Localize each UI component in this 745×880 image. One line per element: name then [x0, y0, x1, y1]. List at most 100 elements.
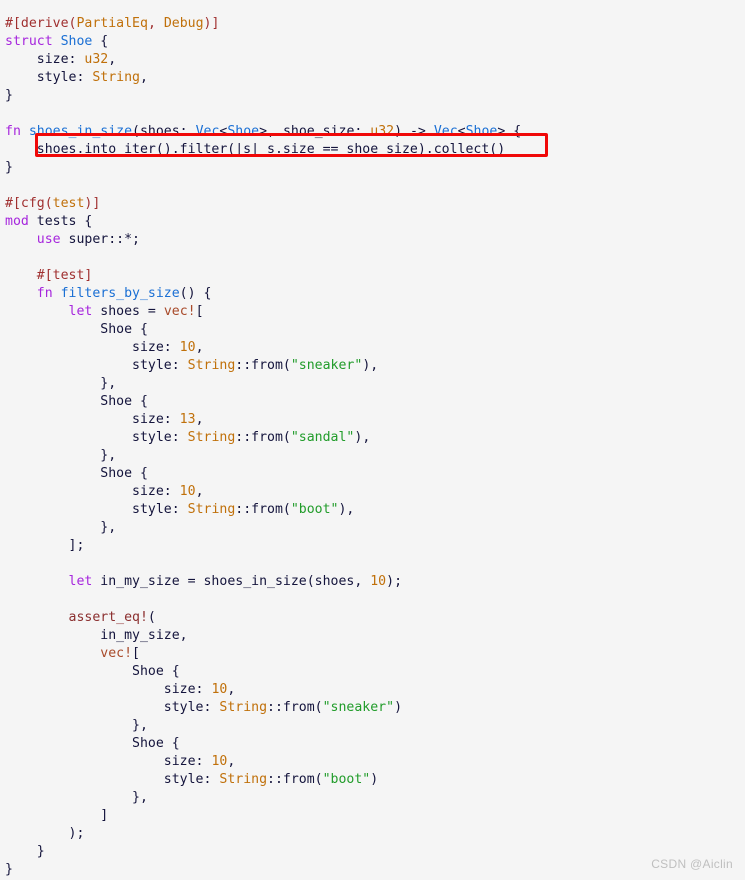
code-token-plain: },: [5, 376, 117, 392]
code-token-plain: <: [457, 124, 466, 140]
code-line: }: [5, 87, 521, 105]
code-token-num: 10: [179, 340, 196, 356]
code-token-prim: u32: [84, 52, 109, 68]
code-token-prim: String: [187, 358, 236, 374]
code-token-type: Vec: [195, 124, 220, 140]
code-token-plain: ) ->: [394, 124, 434, 140]
source-code-listing[interactable]: #[derive(PartialEq, Debug)] struct Shoe {…: [5, 15, 521, 879]
code-line: size: 10,: [5, 681, 521, 699]
code-token-plain: Shoe {: [5, 394, 148, 410]
code-line: },: [5, 375, 521, 393]
code-token-plain: :: [68, 52, 85, 68]
code-token-plain: ::from(: [235, 358, 291, 374]
code-token-type: Shoe: [465, 124, 498, 140]
code-token-plain: style:: [5, 358, 188, 374]
code-token-field: style: [5, 70, 77, 86]
code-line: style: String::from("sneaker"): [5, 699, 521, 717]
code-token-type: Vec: [433, 124, 458, 140]
code-line: fn filters_by_size() {: [5, 285, 521, 303]
code-token-plain: size:: [5, 754, 212, 770]
code-token-str: "sandal": [290, 430, 355, 446]
code-token-str: "boot": [290, 502, 339, 518]
code-token-attr: ,: [147, 16, 164, 32]
code-token-fnname: filters_by_size: [60, 286, 180, 302]
code-token-plain: },: [5, 448, 117, 464]
code-line: vec![: [5, 645, 521, 663]
code-token-macro: vec!: [163, 304, 196, 320]
code-line: #[derive(PartialEq, Debug)]: [5, 15, 521, 33]
code-token-num: 10: [179, 484, 196, 500]
code-token-plain: ];: [5, 538, 85, 554]
code-line: style: String::from("boot"): [5, 771, 521, 789]
code-token-plain: shoes =: [100, 304, 164, 320]
code-token-plain: size:: [5, 412, 180, 428]
code-line: },: [5, 717, 521, 735]
code-token-num: 10: [211, 682, 228, 698]
code-token-plain: ): [394, 700, 403, 716]
code-token-plain: ,: [195, 340, 204, 356]
code-token-attr: #[cfg(: [5, 196, 53, 212]
code-line: let shoes = vec![: [5, 303, 521, 321]
code-line: );: [5, 825, 521, 843]
code-token-plain: Shoe {: [5, 466, 148, 482]
code-token-plain: style:: [5, 502, 188, 518]
code-line: },: [5, 789, 521, 807]
code-token-plain: Shoe {: [5, 322, 148, 338]
code-token-str: "sneaker": [322, 700, 395, 716]
code-token-plain: ): [370, 772, 379, 788]
code-token-plain: ),: [354, 430, 371, 446]
code-line: }: [5, 159, 521, 177]
code-token-kw: let: [5, 304, 101, 320]
code-token-kw: fn: [5, 286, 61, 302]
code-token-plain: :: [76, 70, 93, 86]
code-token-plain: in_my_size = shoes_in_size(shoes,: [100, 574, 371, 590]
code-token-num: 10: [211, 754, 228, 770]
code-line: struct Shoe {: [5, 33, 521, 51]
code-line: #[test]: [5, 267, 521, 285]
code-token-plain: Shoe {: [5, 664, 180, 680]
code-token-plain: in_my_size,: [5, 628, 188, 644]
code-token-plain: style:: [5, 772, 220, 788]
code-token-prim: String: [187, 502, 236, 518]
code-token-assert: assert_eq!: [5, 610, 148, 626]
code-token-plain: ::from(: [267, 772, 323, 788]
code-token-attr: )]: [84, 196, 101, 212]
code-token-fnname: shoes_in_size: [28, 124, 133, 140]
code-token-plain: }: [5, 844, 45, 860]
code-token-prim: String: [187, 430, 236, 446]
code-token-prim: u32: [370, 124, 395, 140]
code-token-kw: let: [5, 574, 101, 590]
code-line: Shoe {: [5, 393, 521, 411]
code-token-plain: [: [132, 646, 140, 662]
code-line: size: 13,: [5, 411, 521, 429]
code-token-num: 10: [370, 574, 387, 590]
code-line: mod tests {: [5, 213, 521, 231]
code-token-plain: size:: [5, 340, 180, 356]
code-token-plain: >, shoe_size:: [259, 124, 371, 140]
code-token-plain: }: [5, 160, 13, 176]
code-token-plain: ::from(: [267, 700, 323, 716]
code-line: },: [5, 447, 521, 465]
code-token-plain: ),: [338, 502, 355, 518]
code-token-plain: ,: [140, 70, 148, 86]
code-token-plain: style:: [5, 700, 220, 716]
code-line: Shoe {: [5, 465, 521, 483]
code-token-plain: {: [92, 34, 109, 50]
code-token-str: "boot": [322, 772, 371, 788]
code-token-str: "sneaker": [290, 358, 363, 374]
code-token-attrword: test: [52, 196, 85, 212]
code-line: style: String,: [5, 69, 521, 87]
code-token-plain: ,: [227, 754, 236, 770]
code-token-plain: (shoes:: [132, 124, 196, 140]
code-token-plain: ),: [362, 358, 379, 374]
code-line: }: [5, 861, 521, 879]
code-token-plain: () {: [179, 286, 212, 302]
code-token-plain: },: [5, 520, 117, 536]
code-line: in_my_size,: [5, 627, 521, 645]
code-token-attr: )]: [203, 16, 220, 32]
code-editor-surface: #[derive(PartialEq, Debug)] struct Shoe {…: [0, 0, 745, 880]
code-token-plain: style:: [5, 430, 188, 446]
